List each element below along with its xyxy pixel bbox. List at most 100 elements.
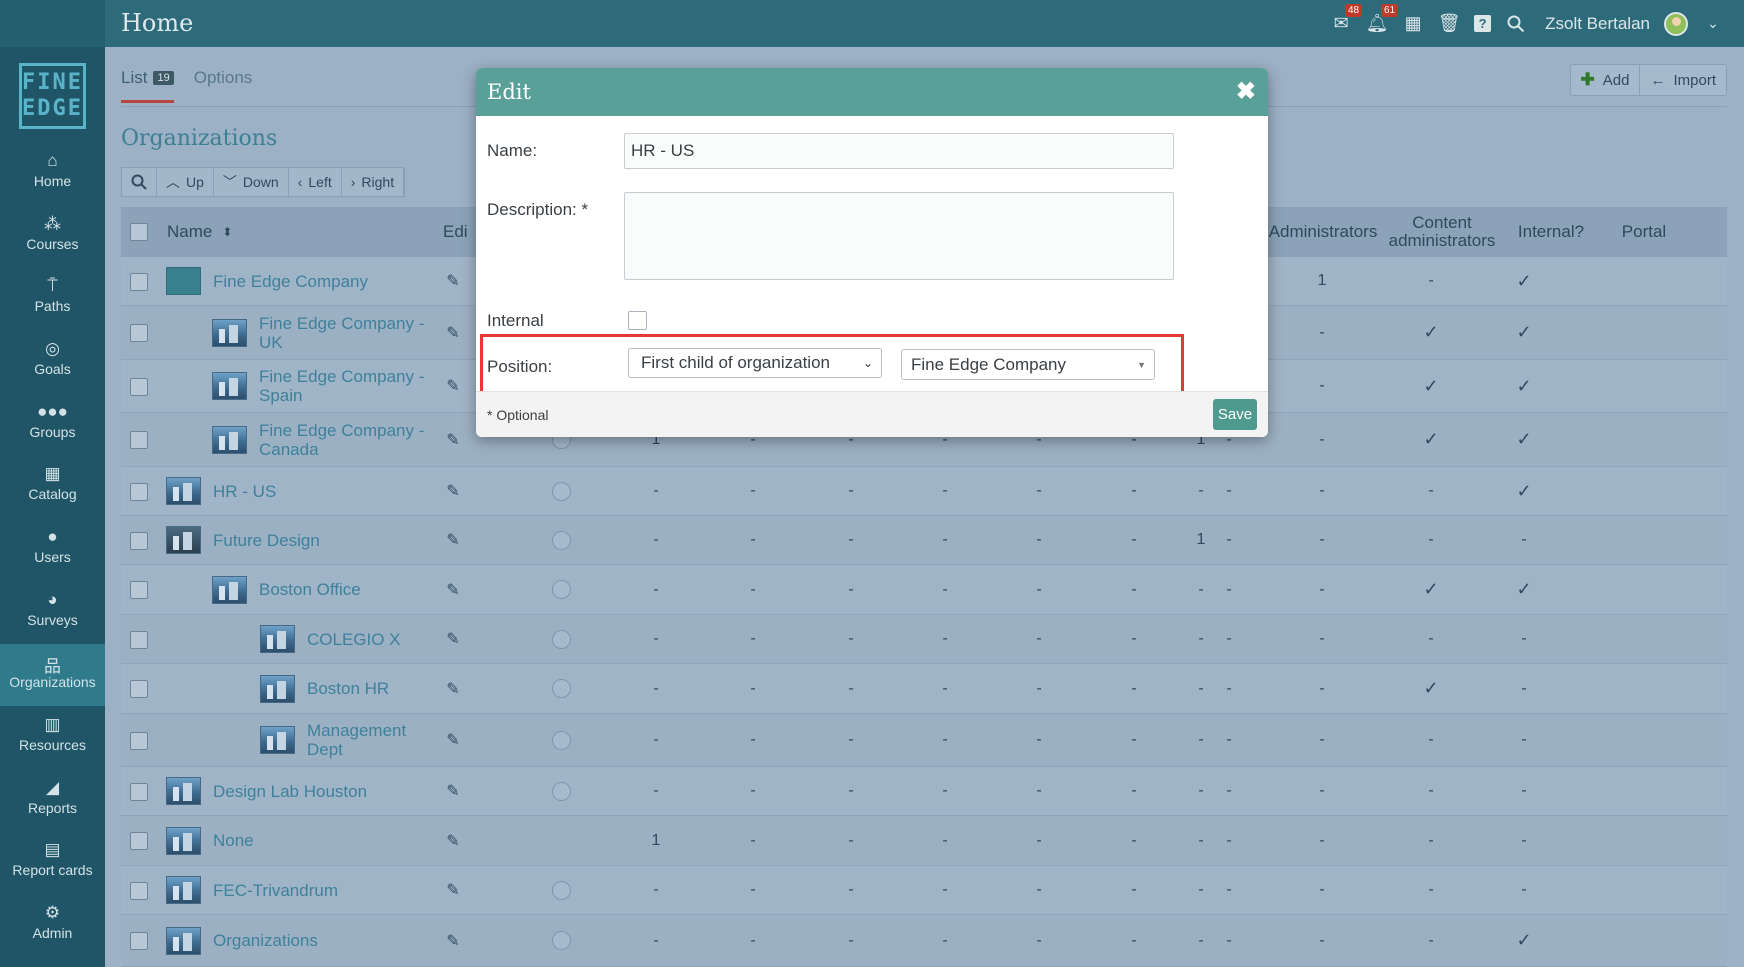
- row-checkbox[interactable]: [130, 324, 148, 342]
- row-checkbox[interactable]: [130, 581, 148, 599]
- organization-name-link[interactable]: Fine Edge Company - Spain: [259, 367, 424, 405]
- row-radio[interactable]: [551, 730, 571, 750]
- name-input[interactable]: HR - US: [624, 133, 1174, 169]
- avatar[interactable]: [1664, 11, 1688, 36]
- sidebar-item-home[interactable]: ⌂ Home: [0, 143, 105, 205]
- row-checkbox[interactable]: [130, 881, 148, 900]
- row-checkbox[interactable]: [130, 782, 148, 801]
- row-radio[interactable]: [551, 880, 571, 900]
- edit-pencil-icon[interactable]: ✎: [443, 306, 463, 359]
- row-checkbox[interactable]: [130, 630, 148, 649]
- row-radio[interactable]: [551, 530, 571, 550]
- tab-list[interactable]: List 19: [121, 68, 174, 103]
- row-checkbox[interactable]: [130, 377, 148, 396]
- add-button[interactable]: ✚ Add: [1571, 65, 1641, 95]
- organization-name-link[interactable]: Design Lab Houston: [213, 782, 367, 801]
- row-checkbox[interactable]: [130, 832, 148, 850]
- row-checkbox[interactable]: [130, 731, 148, 750]
- brand-logo[interactable]: FINE EDGE: [19, 63, 86, 129]
- row-checkbox[interactable]: [130, 680, 148, 698]
- search-button[interactable]: [122, 168, 157, 196]
- organization-name-link[interactable]: Management Dept: [307, 721, 406, 759]
- edit-pencil-icon[interactable]: ✎: [443, 565, 463, 614]
- sidebar-item-organizations[interactable]: 品 Organizations: [0, 644, 105, 706]
- close-icon[interactable]: ✖: [1236, 77, 1256, 106]
- sidebar-item-resources[interactable]: ▥ Resources: [0, 707, 105, 769]
- sidebar-item-paths[interactable]: ⍑ Paths: [0, 268, 105, 330]
- edit-pencil-icon[interactable]: ✎: [443, 767, 463, 815]
- move-right-button[interactable]: › Right: [342, 168, 405, 196]
- edit-pencil-icon[interactable]: ✎: [443, 516, 463, 564]
- organization-name-link[interactable]: Fine Edge Company: [213, 272, 368, 291]
- move-down-button[interactable]: ﹀ Down: [214, 168, 289, 196]
- edit-dialog: Edit ✖ Name: HR - US Description: * Inte…: [476, 68, 1268, 437]
- row-radio[interactable]: [551, 629, 571, 649]
- row-radio[interactable]: [551, 481, 571, 501]
- organization-name-link[interactable]: HR - US: [213, 482, 276, 501]
- top-bar-icons: ✉ 48 🔔︎ 61 ▦ 🗑︎ ? Zsolt Bertalan ⌄: [1330, 0, 1724, 47]
- organization-name-link[interactable]: Fine Edge Company - Canada: [259, 421, 424, 459]
- select-all-checkbox[interactable]: [130, 223, 148, 241]
- sidebar-item-admin[interactable]: ⚙ Admin: [0, 895, 105, 957]
- internal-checkbox[interactable]: [628, 311, 647, 330]
- row-radio[interactable]: [551, 679, 571, 698]
- sidebar-item-courses[interactable]: ⁂ Courses: [0, 206, 105, 268]
- organization-name-link[interactable]: COLEGIO X: [307, 630, 401, 649]
- sidebar-item-surveys[interactable]: ◕ Surveys: [0, 582, 105, 644]
- row-checkbox[interactable]: [130, 482, 148, 501]
- row-radio[interactable]: [551, 931, 571, 950]
- edit-pencil-icon[interactable]: ✎: [443, 714, 463, 766]
- organization-name-link[interactable]: Fine Edge Company - UK: [259, 314, 424, 352]
- import-button[interactable]: ← Import: [1640, 65, 1726, 95]
- calendar-icon[interactable]: ▦: [1402, 13, 1424, 35]
- organization-name-link[interactable]: None: [213, 831, 254, 850]
- organization-name-link[interactable]: FEC-Trivandrum: [213, 881, 338, 900]
- organization-name-link[interactable]: Boston HR: [307, 679, 389, 698]
- row-checkbox[interactable]: [130, 932, 148, 950]
- row-radio[interactable]: [551, 580, 571, 599]
- save-button[interactable]: Save: [1213, 399, 1257, 430]
- notifications-bell-icon[interactable]: 🔔︎ 61: [1366, 3, 1399, 35]
- organization-name-link[interactable]: Future Design: [213, 531, 320, 550]
- edit-pencil-icon[interactable]: ✎: [443, 257, 463, 305]
- edit-pencil-icon[interactable]: ✎: [443, 413, 463, 466]
- row-checkbox[interactable]: [130, 431, 148, 449]
- table-row: COLEGIO X ✎ - - - - - - - - - - -: [121, 615, 1727, 664]
- sidebar-item-report-cards[interactable]: ▤ Report cards: [0, 832, 105, 894]
- sidebar-item-reports[interactable]: ◢ Reports: [0, 770, 105, 832]
- edit-pencil-icon[interactable]: ✎: [443, 467, 463, 515]
- edit-pencil-icon[interactable]: ✎: [443, 615, 463, 663]
- edit-pencil-icon[interactable]: ✎: [443, 664, 463, 713]
- sidebar-item-catalog[interactable]: ▦ Catalog: [0, 456, 105, 518]
- chevron-down-icon[interactable]: ⌄: [1702, 13, 1724, 35]
- column-header-administrators[interactable]: Administrators: [1269, 207, 1378, 257]
- row-checkbox[interactable]: [130, 531, 148, 550]
- move-left-button[interactable]: ‹ Left: [289, 168, 342, 196]
- column-header-internal[interactable]: Internal?: [1509, 207, 1593, 257]
- organization-name-link[interactable]: Boston Office: [259, 580, 361, 599]
- search-icon[interactable]: [1505, 13, 1527, 35]
- user-name[interactable]: Zsolt Bertalan: [1545, 14, 1650, 34]
- edit-pencil-icon[interactable]: ✎: [443, 915, 463, 966]
- trash-icon[interactable]: 🗑︎: [1438, 13, 1461, 35]
- organization-name-link[interactable]: Organizations: [213, 931, 318, 950]
- sidebar-item-label: Goals: [34, 361, 71, 377]
- tab-options[interactable]: Options: [194, 68, 253, 103]
- description-textarea[interactable]: [624, 192, 1174, 280]
- sidebar-item-goals[interactable]: ◎ Goals: [0, 331, 105, 393]
- column-header-name[interactable]: Name ⬍: [167, 207, 232, 257]
- row-radio[interactable]: [551, 781, 571, 801]
- column-header-portal[interactable]: Portal: [1607, 207, 1681, 257]
- row-checkbox[interactable]: [130, 272, 148, 291]
- row-value-cell: -: [750, 482, 756, 499]
- edit-pencil-icon[interactable]: ✎: [443, 816, 463, 865]
- sidebar-item-users[interactable]: ● Users: [0, 519, 105, 581]
- sidebar-item-groups[interactable]: ●●● Groups: [0, 394, 105, 456]
- move-up-button[interactable]: ︿ Up: [157, 168, 214, 196]
- messages-icon[interactable]: ✉ 48: [1330, 3, 1363, 35]
- help-icon[interactable]: ?: [1474, 15, 1492, 32]
- edit-pencil-icon[interactable]: ✎: [443, 866, 463, 914]
- column-header-content-administrators[interactable]: Content administrators: [1385, 207, 1499, 257]
- row-value-cell: -: [942, 881, 948, 898]
- edit-pencil-icon[interactable]: ✎: [443, 360, 463, 412]
